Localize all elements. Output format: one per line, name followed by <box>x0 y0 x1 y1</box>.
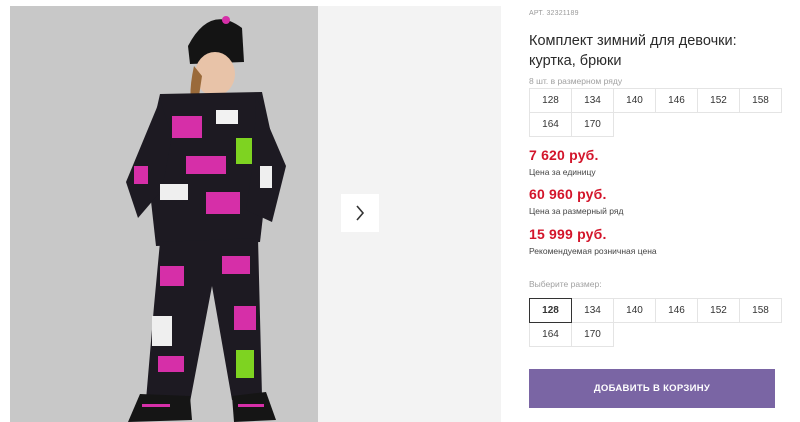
product-gallery <box>0 0 510 422</box>
unit-price: 7 620 руб. <box>529 147 599 163</box>
size-option-170[interactable]: 170 <box>571 322 614 347</box>
size-row-caption: 8 шт. в размерном ряду <box>529 76 623 86</box>
add-to-cart-button[interactable]: ДОБАВИТЬ В КОРЗИНУ <box>529 369 775 408</box>
size-row-item: 158 <box>739 88 782 113</box>
row-price: 60 960 руб. <box>529 186 607 202</box>
article-value: 32321189 <box>546 10 579 17</box>
unit-price-label: Цена за единицу <box>529 167 596 177</box>
product-photo <box>10 6 318 422</box>
size-option-128[interactable]: 128 <box>529 298 572 323</box>
size-row-item: 146 <box>655 88 698 113</box>
size-row-grid: 128 134 140 146 152 158 164 170 <box>529 88 782 137</box>
article-prefix: АРТ. <box>529 10 545 17</box>
size-row-item: 140 <box>613 88 656 113</box>
size-option-152[interactable]: 152 <box>697 298 740 323</box>
size-option-158[interactable]: 158 <box>739 298 782 323</box>
retail-price-label: Рекомендуемая розничная цена <box>529 246 657 256</box>
product-title: Комплект зимний для девочки: куртка, брю… <box>529 33 737 69</box>
chevron-right-icon <box>356 205 365 221</box>
retail-price: 15 999 руб. <box>529 226 607 242</box>
size-row-item: 128 <box>529 88 572 113</box>
size-row-item: 170 <box>571 112 614 137</box>
size-picker-grid: 128 134 140 146 152 158 164 170 <box>529 298 782 347</box>
size-option-146[interactable]: 146 <box>655 298 698 323</box>
next-image-button[interactable] <box>341 194 379 232</box>
size-option-164[interactable]: 164 <box>529 322 572 347</box>
size-row-item: 164 <box>529 112 572 137</box>
size-option-134[interactable]: 134 <box>571 298 614 323</box>
size-picker-caption: Выберите размер: <box>529 279 602 289</box>
size-option-140[interactable]: 140 <box>613 298 656 323</box>
product-photo-illustration <box>10 6 318 422</box>
article-number: АРТ. 32321189 <box>529 10 579 17</box>
row-price-label: Цена за размерный ряд <box>529 206 624 216</box>
size-row-item: 134 <box>571 88 614 113</box>
size-row-item: 152 <box>697 88 740 113</box>
